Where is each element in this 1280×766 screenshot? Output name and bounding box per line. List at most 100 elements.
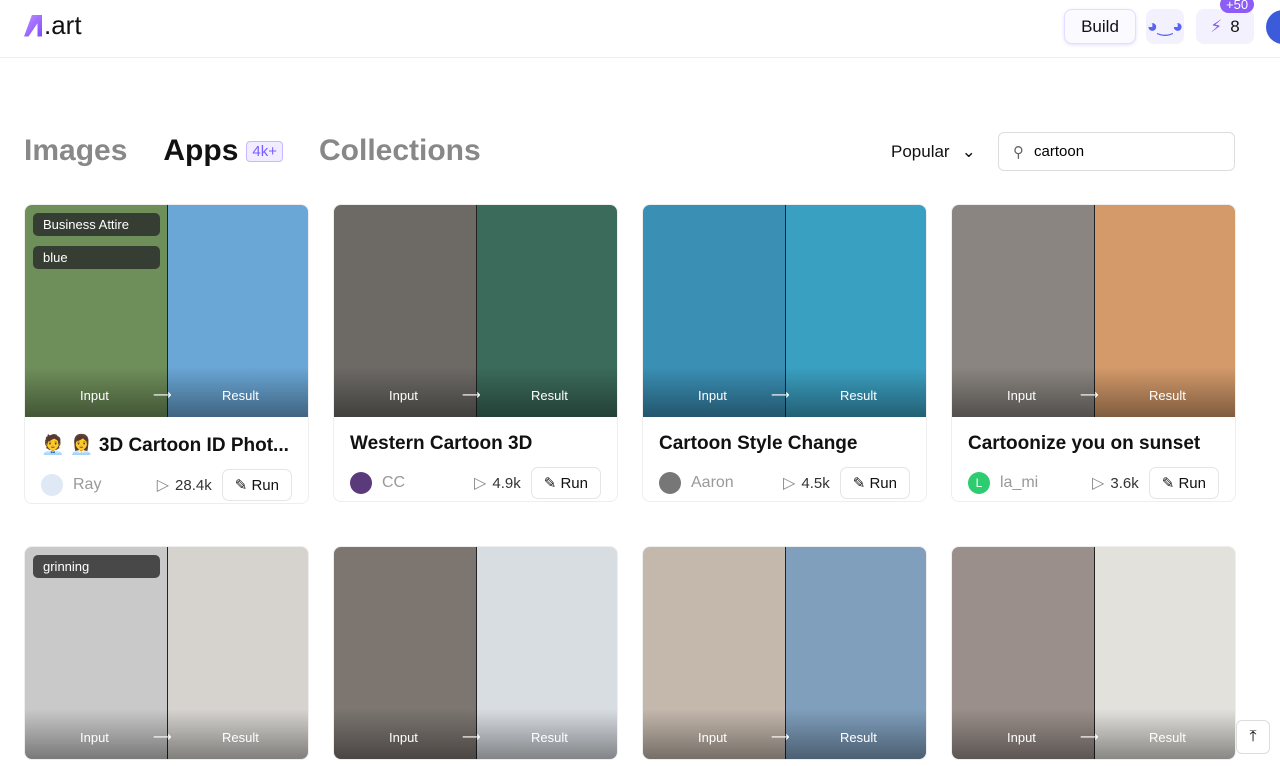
play-count: 4.5k [801, 474, 830, 492]
app-card[interactable]: Input ⟶ Result Cartoonize you on sunset L… [951, 204, 1236, 502]
result-label: Result [531, 388, 568, 403]
arrow-right-icon: ⟶ [462, 387, 481, 402]
build-button[interactable]: Build [1064, 9, 1136, 44]
search-icon: ⚲ [1013, 143, 1024, 161]
preview-image: Input ⟶ Result [952, 547, 1235, 759]
input-label: Input [1007, 730, 1036, 745]
option-tag: grinning [33, 555, 160, 578]
result-label: Result [222, 730, 259, 745]
tab-apps[interactable]: Apps [163, 134, 238, 168]
magic-wand-icon: ✎ [543, 475, 557, 492]
author-avatar[interactable] [350, 472, 372, 494]
run-label: Run [1178, 475, 1206, 492]
option-tag: Business Attire [33, 213, 160, 236]
arrow-right-icon: ⟶ [771, 387, 790, 402]
logo-mark-icon [24, 14, 42, 37]
input-label: Input [389, 388, 418, 403]
option-tag: blue [33, 246, 160, 269]
run-button[interactable]: ✎ Run [839, 467, 910, 499]
magic-wand-icon: ✎ [852, 475, 866, 492]
run-button[interactable]: ✎ Run [221, 469, 292, 501]
preview-image: Input ⟶ Result [334, 547, 617, 759]
credits-button[interactable]: ⚡ 8 [1196, 9, 1254, 44]
result-label: Result [222, 388, 259, 403]
app-title[interactable]: 🧑‍💼 👩‍💼 3D Cartoon ID Phot... [25, 417, 308, 457]
play-icon: ▷ [1092, 475, 1105, 492]
app-title[interactable]: Western Cartoon 3D [334, 417, 617, 455]
author-avatar[interactable] [659, 472, 681, 494]
user-avatar[interactable] [1266, 10, 1280, 44]
author-name[interactable]: Aaron [691, 474, 783, 492]
result-label: Result [1149, 388, 1186, 403]
author-name[interactable]: Ray [73, 476, 157, 494]
app-card[interactable]: Input ⟶ Result [642, 546, 927, 760]
magic-wand-icon: ✎ [234, 477, 248, 494]
author-avatar[interactable]: L [968, 472, 990, 494]
logo[interactable]: .art [24, 10, 82, 41]
preview-image: Input ⟶ Result [643, 205, 926, 417]
arrow-right-icon: ⟶ [462, 729, 481, 744]
preview-image: Input ⟶ Result [334, 205, 617, 417]
author-avatar[interactable] [41, 474, 63, 496]
chevron-down-icon: ⌄ [961, 142, 976, 161]
tab-images[interactable]: Images [24, 134, 127, 168]
play-icon: ▷ [474, 475, 487, 492]
author-name[interactable]: CC [382, 474, 474, 492]
input-label: Input [80, 730, 109, 745]
arrow-right-icon: ⟶ [153, 387, 172, 402]
discord-icon: ◕‿◕ [1146, 16, 1184, 36]
app-title[interactable]: Cartoonize you on sunset [952, 417, 1235, 455]
run-label: Run [560, 475, 588, 492]
credits-count: 8 [1230, 16, 1240, 36]
search-input[interactable] [1034, 143, 1214, 160]
magic-wand-icon: ✎ [1161, 475, 1175, 492]
play-icon: ▷ [156, 477, 170, 494]
app-card[interactable]: Input ⟶ Result Cartoon Style Change Aaron… [642, 204, 927, 502]
top-header: .art Build ◕‿◕ ⚡ 8 +50 [0, 0, 1280, 58]
run-button[interactable]: ✎ Run [1148, 467, 1219, 499]
arrow-right-icon: ⟶ [771, 729, 790, 744]
run-button[interactable]: ✎ Run [530, 467, 601, 499]
preview-image: Input ⟶ Result [952, 205, 1235, 417]
search-box[interactable]: ⚲ [998, 132, 1235, 171]
arrow-up-icon: ⤒ [1249, 728, 1257, 745]
result-label: Result [531, 730, 568, 745]
scroll-to-top-button[interactable]: ⤒ [1236, 720, 1270, 754]
credits-bonus-badge: +50 [1220, 0, 1255, 13]
preview-image: grinning Input ⟶ Result [25, 547, 308, 759]
content-tabs: Images Apps 4k+ Collections [24, 134, 517, 168]
arrow-right-icon: ⟶ [1080, 729, 1099, 744]
lightning-icon: ⚡ [1210, 16, 1223, 36]
app-card[interactable]: Input ⟶ Result [951, 546, 1236, 760]
logo-text: .art [44, 10, 82, 40]
app-card[interactable]: grinning Input ⟶ Result [24, 546, 309, 760]
run-label: Run [251, 477, 279, 494]
sort-value: Popular [891, 142, 950, 161]
preview-image: Business Attire blue Input ⟶ Result [25, 205, 308, 417]
play-count: 3.6k [1110, 474, 1139, 492]
input-label: Input [698, 388, 727, 403]
input-label: Input [698, 730, 727, 745]
app-card[interactable]: Input ⟶ Result Western Cartoon 3D CC ▷ 4.… [333, 204, 618, 502]
input-label: Input [1007, 388, 1036, 403]
author-name[interactable]: la_mi [1000, 474, 1092, 492]
play-count: 28.4k [175, 476, 212, 494]
apps-count-badge: 4k+ [246, 140, 283, 162]
arrow-right-icon: ⟶ [153, 729, 172, 744]
sort-dropdown[interactable]: Popular ⌄ [891, 142, 976, 162]
tab-collections[interactable]: Collections [319, 134, 481, 168]
play-icon: ▷ [783, 475, 796, 492]
arrow-right-icon: ⟶ [1080, 387, 1099, 402]
app-card[interactable]: Business Attire blue Input ⟶ Result 🧑‍💼 👩‍… [24, 204, 309, 504]
preview-image: Input ⟶ Result [643, 547, 926, 759]
app-title[interactable]: Cartoon Style Change [643, 417, 926, 455]
play-count: 4.9k [492, 474, 521, 492]
run-label: Run [869, 475, 897, 492]
app-card[interactable]: Input ⟶ Result [333, 546, 618, 760]
discord-button[interactable]: ◕‿◕ [1146, 9, 1184, 44]
result-label: Result [840, 730, 877, 745]
result-label: Result [840, 388, 877, 403]
input-label: Input [389, 730, 418, 745]
input-label: Input [80, 388, 109, 403]
result-label: Result [1149, 730, 1186, 745]
